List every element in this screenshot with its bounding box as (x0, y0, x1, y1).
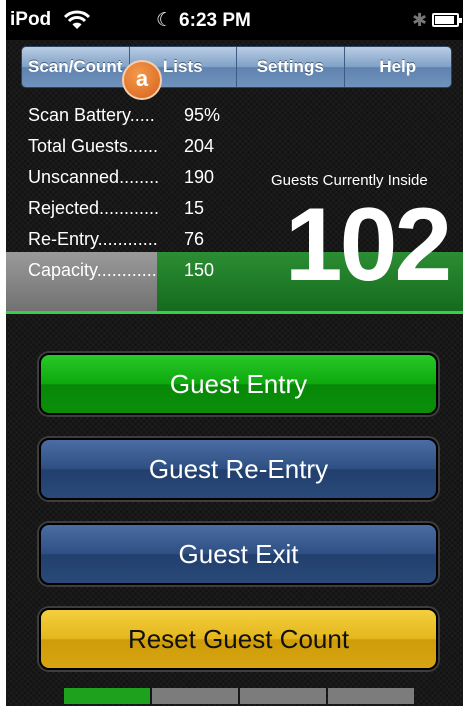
callout-marker: a (122, 60, 162, 100)
bluetooth-icon: ✱ (412, 10, 428, 30)
battery-level (435, 16, 454, 24)
tab-bar: Scan/Count Lists Settings Help (21, 46, 452, 88)
page-indicator (64, 688, 414, 704)
stat-value: 76 (184, 229, 205, 249)
stat-rejected: Rejected............ 15 (28, 194, 268, 225)
reset-guest-count-button[interactable]: Reset Guest Count (39, 608, 438, 670)
stat-value: 150 (184, 260, 215, 280)
stat-scan-battery: Scan Battery..... 95% (28, 101, 268, 132)
page-indicator-segment[interactable] (64, 688, 150, 704)
tab-help[interactable]: Help (345, 47, 452, 87)
page-indicator-segment[interactable] (152, 688, 238, 704)
clock: ☾ 6:23 PM (156, 9, 251, 32)
guest-exit-button[interactable]: Guest Exit (39, 523, 438, 585)
stat-re-entry: Re-Entry............ 76 (28, 225, 268, 256)
page-indicator-segment[interactable] (328, 688, 414, 704)
stat-capacity: Capacity............ 150 (28, 256, 268, 287)
tab-scan-count[interactable]: Scan/Count (22, 47, 130, 87)
stat-label: Re-Entry............ (28, 229, 158, 249)
page-indicator-segment[interactable] (240, 688, 326, 704)
stat-label: Scan Battery..... (28, 105, 155, 125)
status-bar: iPod ☾ 6:23 PM ✱ (6, 0, 463, 40)
stat-value: 95% (184, 105, 221, 125)
stat-label: Rejected............ (28, 198, 160, 218)
tab-settings[interactable]: Settings (237, 47, 345, 87)
time-label: 6:23 PM (179, 10, 251, 31)
app-screen: iPod ☾ 6:23 PM ✱ Scan/Count Lists Setting… (6, 0, 463, 706)
stat-label: Unscanned........ (28, 167, 160, 187)
capacity-bar-edge (6, 311, 463, 314)
guest-re-entry-button[interactable]: Guest Re-Entry (39, 438, 438, 500)
guest-entry-button[interactable]: Guest Entry (39, 353, 438, 415)
moon-icon: ☾ (156, 10, 174, 31)
stat-label: Total Guests...... (28, 136, 159, 156)
stats-list: Scan Battery..... 95% Total Guests...... 2… (28, 101, 268, 287)
guests-inside-count: 102 (284, 187, 453, 303)
wifi-icon (63, 10, 91, 35)
battery-icon (432, 13, 462, 27)
stat-total-guests: Total Guests...... 204 (28, 132, 268, 163)
stat-value: 204 (184, 136, 215, 156)
carrier-label: iPod (10, 9, 52, 30)
stat-label: Capacity............ (28, 260, 157, 280)
stat-value: 15 (184, 198, 205, 218)
stat-value: 190 (184, 167, 215, 187)
stat-unscanned: Unscanned........ 190 (28, 163, 268, 194)
